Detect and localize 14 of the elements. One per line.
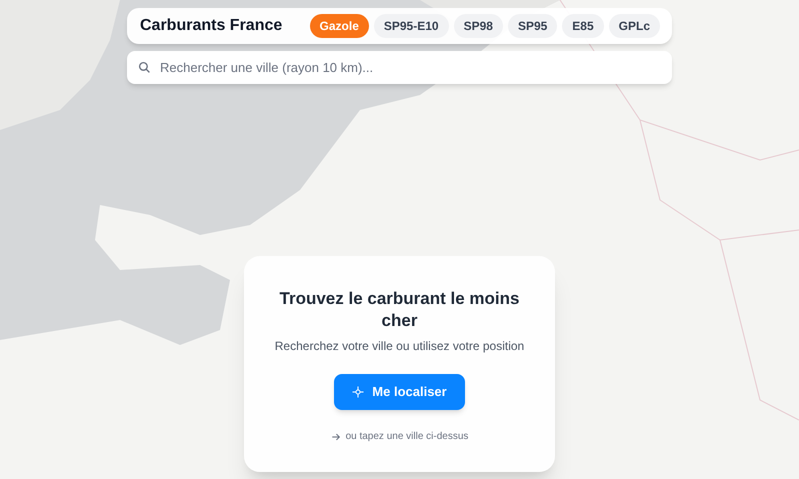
search-field[interactable]: Rechercher une ville (rayon 10 km)... bbox=[127, 51, 672, 84]
fuel-tab[interactable]: SP95-E10 bbox=[374, 14, 449, 38]
locate-button[interactable]: Me localiser bbox=[334, 374, 465, 410]
fuel-tab[interactable]: SP95 bbox=[508, 14, 558, 38]
card-subtitle: Recherchez votre ville ou utilisez votre position bbox=[274, 338, 524, 355]
arrow-right-icon bbox=[330, 432, 341, 442]
fuel-tab[interactable]: GPLc bbox=[608, 14, 660, 38]
search-icon bbox=[138, 61, 151, 74]
app-title: Carburants France bbox=[140, 16, 282, 36]
fuel-tab[interactable]: SP98 bbox=[454, 14, 503, 38]
crosshair-icon bbox=[352, 386, 364, 398]
fuel-tab[interactable]: E85 bbox=[562, 14, 604, 38]
card-title: Trouvez le carburant le moins cher bbox=[278, 288, 520, 332]
hint-text: ou tapez une ville ci-dessus bbox=[346, 430, 468, 444]
